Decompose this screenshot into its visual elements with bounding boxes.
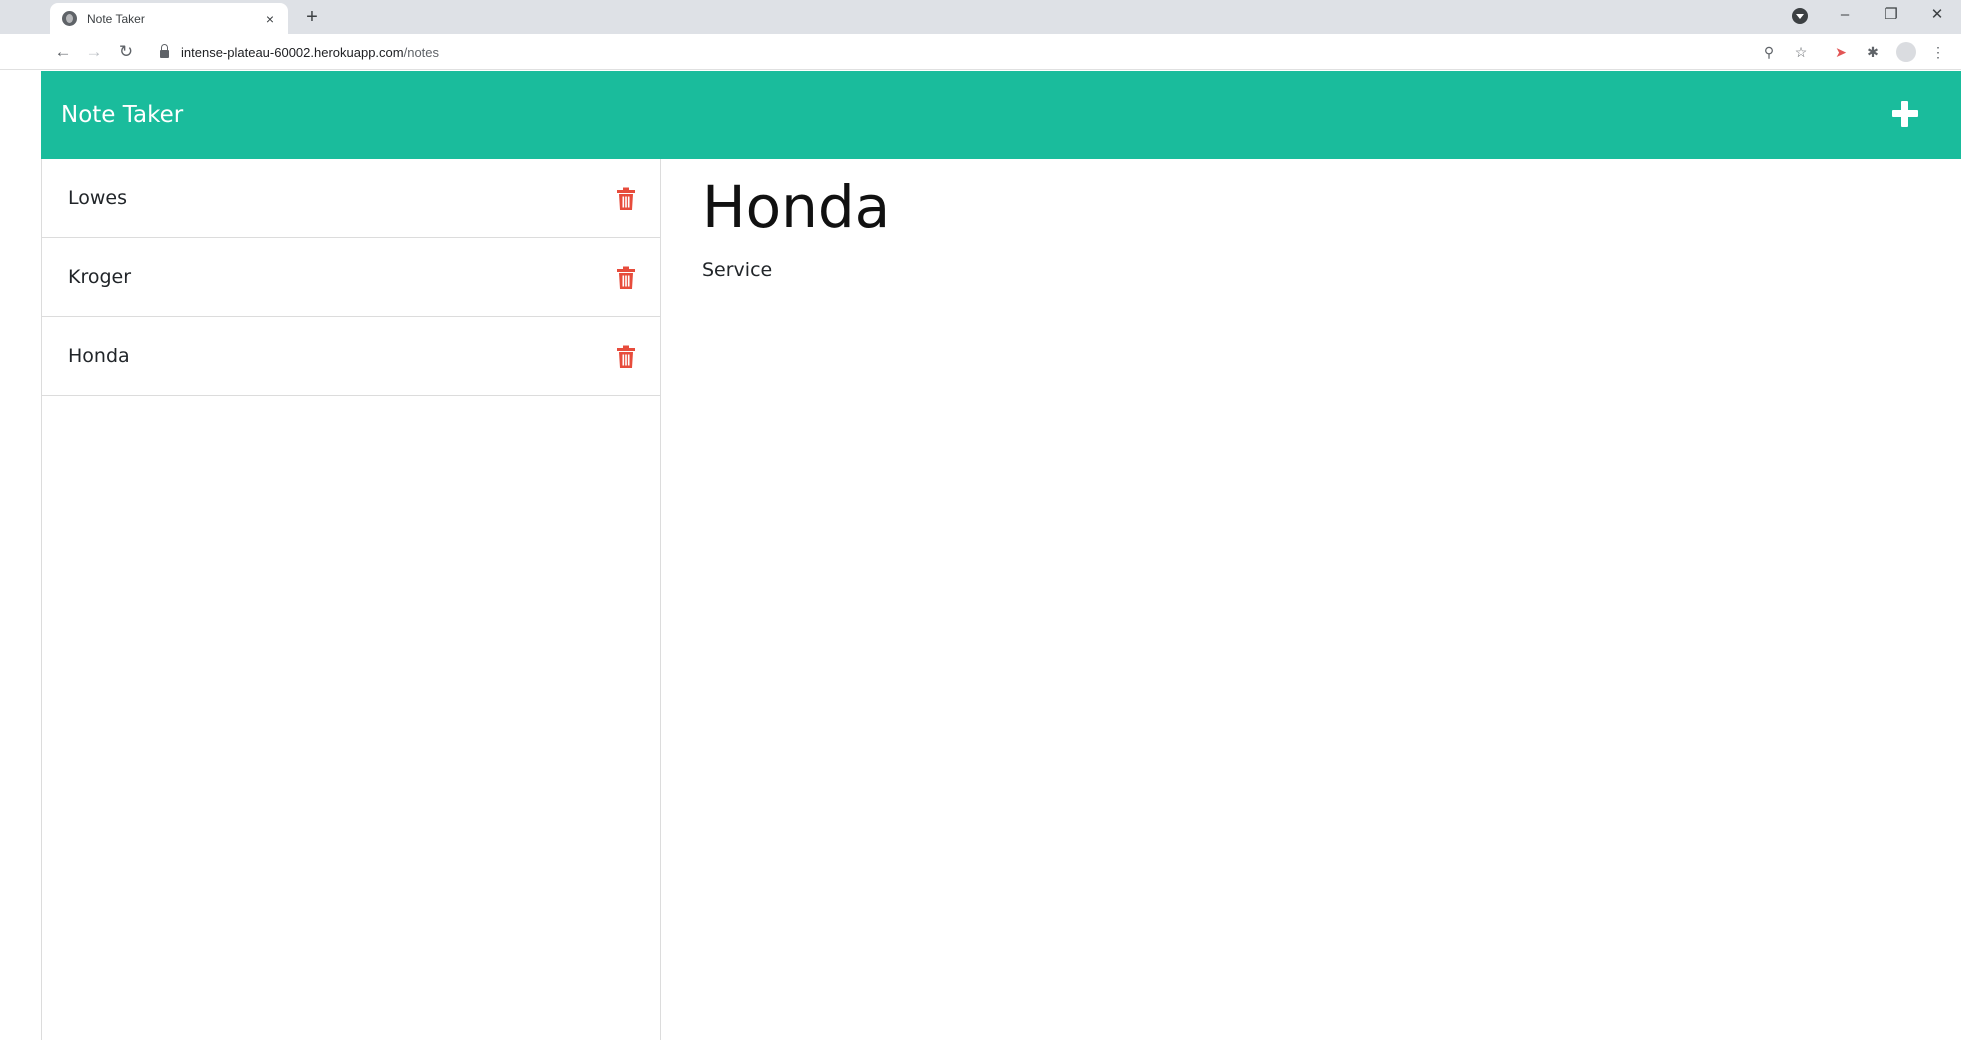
browser-toolbar: ← → ↻ intense-plateau-60002.herokuapp.co… xyxy=(0,34,1961,70)
extensions-puzzle-icon[interactable]: ✱ xyxy=(1864,43,1882,61)
menu-kebab-icon[interactable]: ⋮ xyxy=(1929,43,1947,61)
notes-list: Lowes Kroger Honda xyxy=(41,159,661,1040)
forward-icon[interactable]: → xyxy=(81,39,107,65)
note-list-title: Kroger xyxy=(68,266,132,288)
trash-icon[interactable] xyxy=(616,345,636,369)
back-icon[interactable]: ← xyxy=(50,39,76,65)
lock-icon[interactable] xyxy=(160,44,169,58)
list-item[interactable]: Honda xyxy=(42,317,660,396)
close-window-icon[interactable]: ✕ xyxy=(1914,0,1960,30)
app-brand[interactable]: Note Taker xyxy=(61,71,183,159)
new-tab-button[interactable]: + xyxy=(300,5,324,29)
tab-title: Note Taker xyxy=(87,11,145,26)
list-item[interactable]: Lowes xyxy=(42,159,660,238)
extension-arrow-icon[interactable]: ➤ xyxy=(1832,43,1850,61)
zoom-icon[interactable]: ⚲ xyxy=(1760,43,1778,61)
restore-icon[interactable]: ❐ xyxy=(1868,0,1914,30)
note-list-title: Honda xyxy=(68,345,130,367)
trash-icon[interactable] xyxy=(616,266,636,290)
tab-close-icon[interactable]: × xyxy=(262,11,278,27)
bookmark-star-icon[interactable]: ☆ xyxy=(1792,43,1810,61)
note-title-input[interactable]: Honda xyxy=(702,173,890,241)
app-navbar: Note Taker xyxy=(41,71,1961,159)
note-text-area[interactable]: Service xyxy=(702,259,772,281)
new-note-plus-icon[interactable] xyxy=(1887,96,1923,132)
url-host: intense-plateau-60002.herokuapp.com xyxy=(181,44,404,60)
browser-tab-strip: Note Taker × + – ❐ ✕ xyxy=(0,0,1961,34)
tab-search-icon[interactable] xyxy=(1792,8,1808,24)
browser-tab[interactable]: Note Taker × xyxy=(50,3,288,34)
address-bar[interactable]: intense-plateau-60002.herokuapp.com/note… xyxy=(150,38,1790,66)
note-taker-app: Note Taker Lowes Kroger Honda Honda Serv… xyxy=(41,71,1961,1040)
minimize-icon[interactable]: – xyxy=(1822,0,1868,30)
note-list-title: Lowes xyxy=(68,187,128,209)
list-item[interactable]: Kroger xyxy=(42,238,660,317)
globe-icon xyxy=(62,11,77,26)
reload-icon[interactable]: ↻ xyxy=(113,39,139,65)
trash-icon[interactable] xyxy=(616,187,636,211)
profile-avatar-icon[interactable] xyxy=(1896,42,1916,62)
url-path: /notes xyxy=(403,44,440,60)
